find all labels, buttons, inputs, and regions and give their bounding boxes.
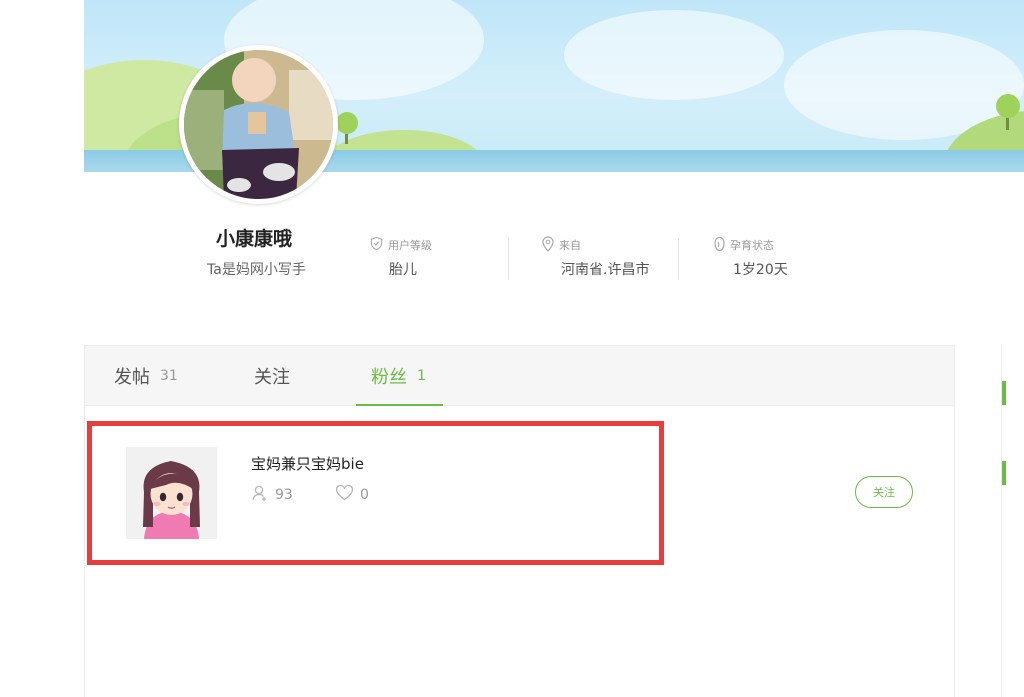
user-profile-page: 小康康哦 Ta是妈网小写手 用户等级 胎儿 来自 河南省.许昌市 孕育状态 1岁… — [0, 0, 1024, 697]
stat-label: 来自 — [559, 239, 581, 252]
tab-label: 关注 — [254, 367, 290, 388]
follow-button[interactable]: 关注 — [855, 476, 913, 508]
active-tab-indicator — [356, 404, 443, 406]
profile-avatar — [179, 45, 338, 204]
tab-following[interactable]: 关注 — [254, 346, 290, 406]
stat-location: 来自 河南省.许昌市 — [541, 235, 650, 279]
baby-bottle-icon — [713, 236, 726, 255]
stat-divider — [678, 238, 679, 280]
tab-bar: 发帖 31 关注 粉丝 1 — [85, 346, 954, 406]
stat-value: 1岁20天 — [733, 262, 788, 278]
tab-count: 1 — [417, 368, 426, 384]
side-panel-marker — [1002, 461, 1006, 485]
location-pin-icon — [541, 235, 555, 255]
tab-fans[interactable]: 粉丝 1 — [371, 346, 426, 406]
shield-icon — [369, 236, 384, 254]
tab-label: 粉丝 — [371, 367, 407, 388]
stat-divider — [508, 238, 509, 280]
tab-posts[interactable]: 发帖 31 — [114, 346, 178, 406]
tab-count: 31 — [160, 368, 178, 384]
tab-label: 发帖 — [114, 367, 150, 388]
highlight-box — [87, 421, 664, 565]
stat-parenting-status: 孕育状态 1岁20天 — [713, 236, 788, 279]
stat-user-level: 用户等级 胎儿 — [369, 236, 432, 279]
side-panel — [1001, 345, 1024, 697]
side-panel-marker — [1002, 381, 1006, 405]
stat-label: 用户等级 — [388, 239, 432, 252]
profile-subtitle: Ta是妈网小写手 — [207, 262, 306, 278]
stat-value: 胎儿 — [389, 262, 417, 278]
stat-label: 孕育状态 — [730, 239, 774, 252]
profile-username: 小康康哦 — [216, 228, 293, 250]
stat-value: 河南省.许昌市 — [561, 262, 650, 278]
